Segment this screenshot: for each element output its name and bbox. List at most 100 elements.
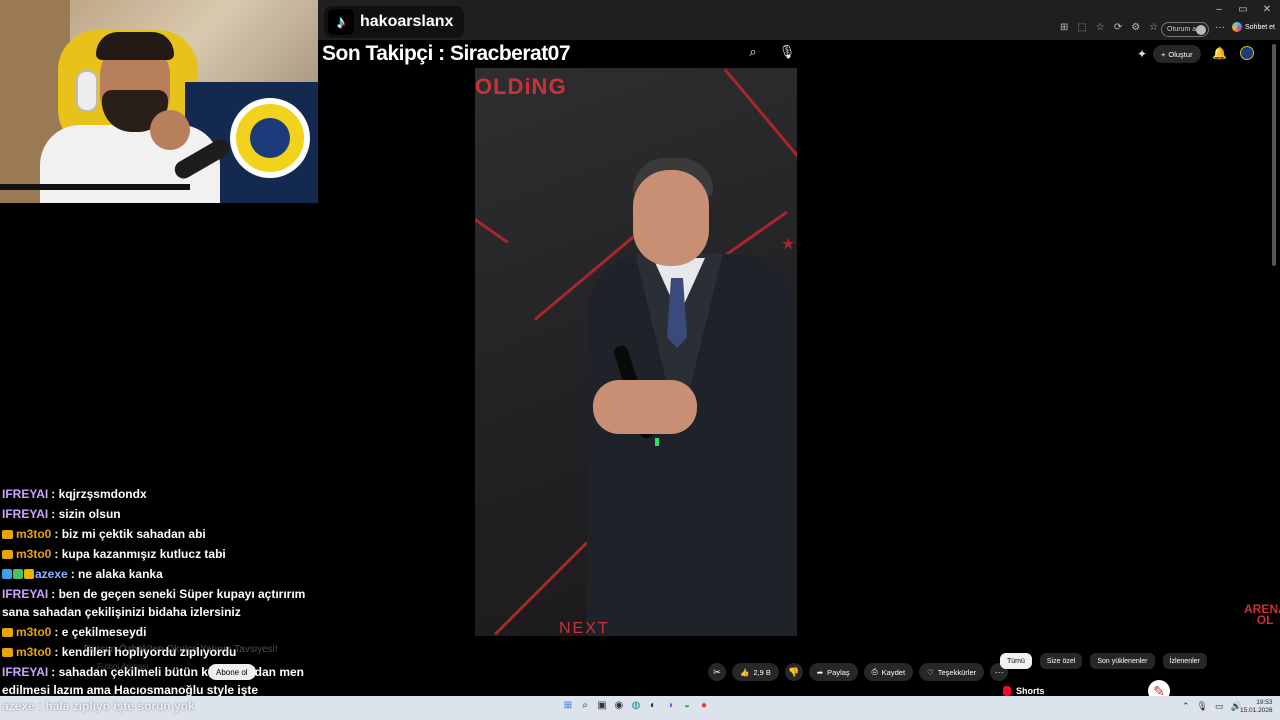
chat-message: azexe: ne alaka kanka <box>2 564 312 584</box>
discord-icon[interactable]: ◑ <box>665 700 675 712</box>
browser-toolbar-icons: ⊞ ⬚ ☆ ⟳ ⚙ ☆ <box>1060 22 1158 33</box>
create-button[interactable]: + Oluştur <box>1153 45 1201 63</box>
spark-icon[interactable]: ✦ <box>1137 47 1147 61</box>
microphone-icon[interactable]: 🎙 <box>1197 701 1208 712</box>
chat-message: m3to0: biz mi çektik sahadan abi <box>2 524 312 544</box>
video-person-head <box>633 170 709 266</box>
obs-icon[interactable]: ◉ <box>614 700 624 712</box>
avatar-icon <box>1196 25 1206 35</box>
heart-dollar-icon: ♡ <box>927 667 934 677</box>
page-scrollbar[interactable] <box>1272 44 1276 266</box>
video-actions: ✂ 👍 2,9 B 👎 ➦ Paylaş ⎙ Kaydet ♡ Teşekkür… <box>708 663 1009 681</box>
video-player[interactable]: OLDiNG ★ ★ NEXT <box>475 68 797 636</box>
crown-badge-icon <box>2 628 13 637</box>
webcam-person-hair <box>96 32 174 60</box>
edge-icon[interactable]: ◍ <box>631 700 641 712</box>
shorts-label: Shorts <box>1016 686 1045 696</box>
webcam-mic-arm <box>0 184 190 190</box>
display-icon[interactable]: ▭ <box>1215 701 1224 712</box>
side-brand-logo: ARENA OL <box>1244 602 1280 627</box>
green-badge-icon <box>13 569 23 579</box>
spotify-icon[interactable]: ◒ <box>682 700 692 712</box>
chat-text: sizin olsun <box>58 507 121 521</box>
thanks-label: Teşekkürler <box>937 667 977 677</box>
task-view-icon[interactable]: ▣ <box>597 700 607 712</box>
thanks-button[interactable]: ♡ Teşekkürler <box>919 663 985 681</box>
chat-text: ne alaka kanka <box>78 567 163 581</box>
tray-expand-icon[interactable]: ⌃ <box>1182 701 1190 712</box>
recommendation-filter-chips: Tümü Size özel Son yüklenenler İzlenenle… <box>1000 653 1207 669</box>
chip-recently-uploaded[interactable]: Son yüklenenler <box>1090 653 1155 669</box>
system-clock[interactable]: 19:53 15.01.2026 <box>1240 699 1273 715</box>
minimize-icon[interactable]: – <box>1214 4 1224 15</box>
collections-icon[interactable]: ☆ <box>1149 22 1158 33</box>
chat-message: IFREYAI: sahadan çekilmeli bütün kupalar… <box>2 665 304 697</box>
chat-username: IFREYAI <box>2 665 49 679</box>
chat-text: hala zıplıyo işte sorun yok <box>45 699 195 713</box>
search-icon[interactable]: ⌕ <box>740 44 766 64</box>
settings-icon[interactable]: ⚙ <box>1131 22 1140 33</box>
chat-button-label: Sohbet et <box>1245 23 1275 31</box>
share-icon: ➦ <box>816 667 824 677</box>
thumbs-down-icon: 👎 <box>788 666 800 677</box>
like-button[interactable]: 👍 2,9 B <box>732 663 779 681</box>
extension-icon[interactable]: ⊞ <box>1060 22 1068 33</box>
star-icon: ★ <box>781 236 796 253</box>
copilot-chat-button[interactable]: Sohbet et <box>1232 22 1275 32</box>
save-button[interactable]: ⎙ Kaydet <box>863 663 914 681</box>
video-bottom-text: NEXT <box>559 620 610 636</box>
thumbs-up-icon: 👍 <box>740 667 750 677</box>
profile-avatar[interactable] <box>1240 46 1254 60</box>
signin-button[interactable]: Oturum aç <box>1161 22 1209 37</box>
dislike-button[interactable]: 👎 <box>784 663 803 681</box>
record-icon[interactable]: ● <box>699 700 709 712</box>
chat-username: IFREYAI <box>2 587 49 601</box>
chat-message: m3to0: e çekilmeseydi <box>2 622 312 642</box>
shorts-section-heading: Shorts <box>1003 686 1045 696</box>
search-icon[interactable]: ⌕ <box>580 700 590 712</box>
chat-message-fading: azexe : hala zıplıyo işte sorun yok <box>2 699 195 713</box>
remix-icon[interactable]: ✂ <box>708 663 726 681</box>
chip-watched[interactable]: İzlenenler <box>1162 653 1207 669</box>
start-icon[interactable]: ⊞ <box>563 700 573 712</box>
signin-label: Oturum aç <box>1167 26 1200 33</box>
chat-message: IFREYAI: kqjrzşsmdondx <box>2 487 147 501</box>
chat-text: biz mi çektik sahadan abi <box>61 527 206 541</box>
chat-username: m3to0 <box>16 527 52 541</box>
chat-username: m3to0 <box>16 645 52 659</box>
share-label: Paylaş <box>827 667 850 677</box>
video-person-hands <box>593 380 697 434</box>
video-title[interactable]: Dursun Özbek'ten Okulca Yatırım Tavsiyes… <box>84 644 278 655</box>
app-icon[interactable]: ◐ <box>648 700 658 712</box>
chat-text: kupa kazanmışız kutlucz tabi <box>61 547 226 561</box>
channel-name[interactable]: Futbol Arenası <box>97 662 149 671</box>
chat-username: m3to0 <box>16 625 52 639</box>
refresh-icon[interactable]: ⟳ <box>1114 22 1122 33</box>
bookmark-icon: ⎙ <box>871 667 878 676</box>
copilot-icon <box>1232 22 1242 32</box>
gold-badge-icon <box>24 569 34 579</box>
taskbar-apps: ⊞ ⌕ ▣ ◉ ◍ ◐ ◑ ◒ ● <box>563 700 709 712</box>
chip-for-you[interactable]: Size özel <box>1039 653 1083 669</box>
favorite-icon[interactable]: ☆ <box>1096 22 1105 33</box>
chat-username: IFREYAI <box>2 507 49 521</box>
tiktok-icon: ♪ <box>328 9 354 35</box>
window-controls: – ▭ ✕ <box>1214 4 1272 15</box>
maximize-icon[interactable]: ▭ <box>1238 4 1248 15</box>
chip-all[interactable]: Tümü <box>1000 653 1032 669</box>
chat-message: IFREYAI: ben de geçen seneki Süper kupay… <box>2 587 306 619</box>
browser-more-icon[interactable]: ··· <box>1215 22 1225 33</box>
system-tray: ⌃ 🎙 ▭ 🔊 <box>1182 701 1242 712</box>
close-icon[interactable]: ✕ <box>1262 4 1272 15</box>
voice-search-icon[interactable]: 🎙 <box>776 44 798 64</box>
chat-message: m3to0: kupa kazanmışız kutlucz tabi <box>2 544 312 564</box>
subscribe-button[interactable]: Abone ol <box>208 664 256 680</box>
share-button[interactable]: ➦ Paylaş <box>808 663 858 681</box>
chat-text: e çekilmeseydi <box>61 625 147 639</box>
like-count: 2,9 B <box>753 667 771 677</box>
tab-icon[interactable]: ⬚ <box>1077 22 1086 33</box>
notifications-icon[interactable]: 🔔 <box>1212 46 1227 60</box>
clock-time: 19:53 <box>1256 699 1273 706</box>
crown-badge-icon <box>2 550 13 559</box>
chat-username: m3to0 <box>16 547 52 561</box>
